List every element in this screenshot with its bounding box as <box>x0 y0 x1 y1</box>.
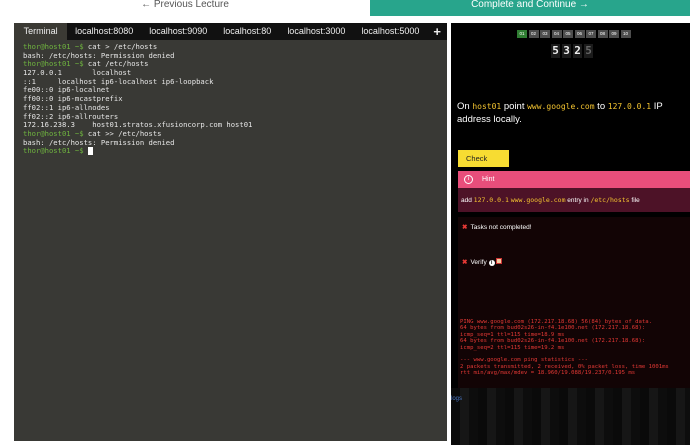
terminal-text: ff02::2 ip6-allrouters <box>23 111 119 121</box>
verify-control[interactable]: ✖ Verify i <box>462 258 502 266</box>
task-text: point <box>501 101 528 112</box>
task-progress: 01 02 03 04 05 06 07 08 09 10 <box>517 30 632 38</box>
terminal-panel: Terminal localhost:8080 localhost:9090 l… <box>14 23 447 441</box>
terminal-cursor <box>87 147 93 156</box>
terminal-output[interactable]: thor@host01 ~$ cat > /etc/hosts bash: /et… <box>14 40 447 441</box>
tab-localhost-3000[interactable]: localhost:3000 <box>279 23 353 40</box>
terminal-prompt: thor@host01 ~$ <box>23 42 84 51</box>
fail-icon: ✖ <box>462 259 468 266</box>
terminal-text: ff02::1 ip6-allnodes <box>23 102 110 112</box>
tab-terminal[interactable]: Terminal <box>14 23 68 40</box>
tab-localhost-5000[interactable]: localhost:5000 <box>353 23 427 40</box>
hint-text: add <box>461 197 474 204</box>
progress-step: 04 <box>551 30 562 38</box>
tasks-status-text: Tasks not completed! <box>470 224 532 231</box>
verify-label: Verify <box>470 259 487 266</box>
task-text: On <box>457 101 473 112</box>
hint-content: add 127.0.0.1 www.google.com entry in /e… <box>458 188 690 212</box>
terminal-text: ff00::0 ip6-mcastprefix <box>23 94 123 104</box>
task-domain: www.google.com <box>527 102 595 111</box>
terminal-prompt: thor@host01 ~$ <box>23 128 84 138</box>
task-host: host01 <box>472 102 502 111</box>
progress-step: 07 <box>586 30 596 38</box>
terminal-text: 172.16.238.3 host01.stratos.xfusioncorp.… <box>23 120 253 130</box>
background-pattern <box>451 388 690 445</box>
add-tab-button[interactable]: + <box>427 23 447 40</box>
complete-continue-button[interactable]: Complete and Continue → <box>370 0 690 16</box>
progress-step: 02 <box>528 30 539 38</box>
logs-link[interactable]: logs <box>451 396 462 402</box>
terminal-text: 127.0.0.1 localhost <box>23 68 132 78</box>
terminal-prompt: thor@host01 ~$ <box>23 146 84 156</box>
hint-toggle[interactable]: i Hint <box>458 171 690 188</box>
hint-ip: 127.0.0.1 <box>473 196 509 204</box>
terminal-prompt: thor@host01 ~$ <box>23 59 84 69</box>
progress-step: 10 <box>620 30 631 38</box>
check-button[interactable]: Check <box>458 150 509 167</box>
lecture-nav: ← Previous Lecture Complete and Continue… <box>0 0 690 16</box>
task-panel: 01 02 03 04 05 06 07 08 09 10 5325 On host01 poin… <box>451 23 690 445</box>
hint-text: file <box>629 197 640 204</box>
countdown-timer: 5325 <box>551 44 595 58</box>
progress-step: 01 <box>517 30 527 38</box>
terminal-text: bash: /etc/hosts: Permission denied <box>23 137 175 147</box>
task-text: to <box>594 101 608 112</box>
notes-icon[interactable] <box>495 258 502 264</box>
progress-step: 08 <box>597 30 608 38</box>
terminal-text: fe00::0 ip6-localnet <box>23 85 110 95</box>
info-icon: i <box>464 175 473 184</box>
fail-icon: ✖ <box>462 224 468 231</box>
terminal-line: thor@host01 ~$ <box>23 146 438 156</box>
progress-step: 09 <box>609 30 619 38</box>
output-line: rtt min/avg/max/mdev = 18.960/19.088/19.… <box>460 370 636 377</box>
tab-localhost-9090[interactable]: localhost:9090 <box>141 23 215 40</box>
terminal-text: bash: /etc/hosts: Permission denied <box>23 50 175 60</box>
hint-text: entry in <box>565 197 591 204</box>
hint-domain: www.google.com <box>510 196 566 204</box>
hint-title: Hint <box>482 176 495 183</box>
verify-output: PING www.google.com (172.217.18.68) 56(8… <box>458 315 690 388</box>
task-status: ✖ Tasks not completed! ✖ Verify i <box>458 217 690 315</box>
terminal-text: cat >> /etc/hosts <box>83 128 162 138</box>
progress-step: 05 <box>563 30 573 38</box>
terminal-text: cat > /etc/hosts <box>83 42 158 51</box>
tasks-status-line: ✖ Tasks not completed! <box>462 223 532 231</box>
previous-lecture-button[interactable]: ← Previous Lecture <box>0 0 370 16</box>
task-description: On host01 point www.google.com to 127.0.… <box>457 100 685 126</box>
terminal-text: cat /etc/hosts <box>83 59 149 69</box>
info-icon[interactable]: i <box>488 260 495 266</box>
terminal-text: ::1 localhost ip6-localhost ip6-loopback <box>23 76 214 86</box>
progress-step: 03 <box>540 30 550 38</box>
tab-localhost-80[interactable]: localhost:80 <box>215 23 279 40</box>
progress-step: 06 <box>574 30 585 38</box>
hint-file: /etc/hosts <box>590 196 630 204</box>
timer-digit: 3 <box>562 44 571 58</box>
timer-digit: 5 <box>551 44 560 58</box>
tab-localhost-8080[interactable]: localhost:8080 <box>67 23 141 40</box>
timer-digit: 2 <box>573 44 582 58</box>
timer-digit: 5 <box>584 44 593 58</box>
task-ip: 127.0.0.1 <box>607 102 652 111</box>
tab-bar: Terminal localhost:8080 localhost:9090 l… <box>14 23 447 40</box>
